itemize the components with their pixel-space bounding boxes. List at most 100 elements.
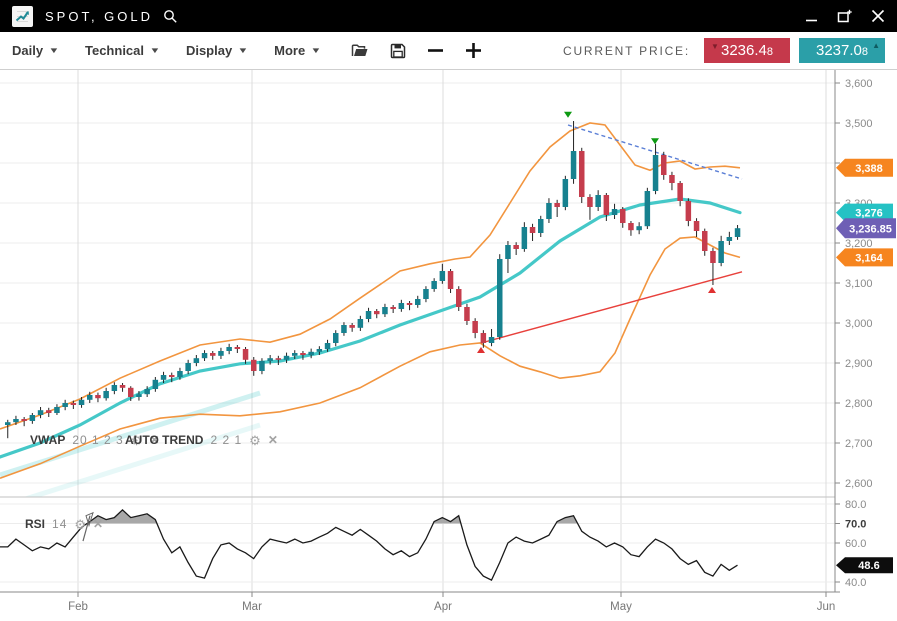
- axis-badge: 48.6: [836, 557, 893, 573]
- month-label: Apr: [434, 601, 452, 613]
- chart-area[interactable]: 2,6002,7002,8002,9003,0003,1003,2003,300…: [0, 70, 897, 621]
- candle: [21, 419, 27, 421]
- candle: [341, 325, 347, 333]
- menu-technical[interactable]: Technical ▼: [85, 43, 159, 58]
- candle: [177, 371, 183, 377]
- svg-text:3,164: 3,164: [855, 252, 883, 264]
- minimize-button[interactable]: [805, 10, 818, 23]
- menu-display[interactable]: Display ▼: [186, 43, 247, 58]
- candle: [79, 400, 85, 405]
- rsi-pane: [0, 510, 738, 580]
- candle: [497, 259, 503, 337]
- save-icon[interactable]: [390, 43, 406, 59]
- close-button[interactable]: [871, 9, 885, 23]
- candle: [727, 237, 733, 241]
- up-arrow-icon: ▲: [872, 41, 880, 50]
- candle: [595, 195, 601, 207]
- candle: [62, 403, 68, 407]
- candle: [235, 347, 241, 349]
- candle: [390, 307, 396, 309]
- candle: [382, 307, 388, 314]
- vwap-params: 20 1 2 3: [72, 433, 123, 447]
- candle: [694, 221, 700, 231]
- candles: [5, 121, 740, 438]
- candle: [38, 410, 44, 415]
- svg-text:3,388: 3,388: [855, 163, 883, 175]
- candle: [399, 303, 405, 309]
- ask-price-frac: 8: [862, 46, 868, 58]
- price-tick-label: 3,100: [845, 278, 873, 290]
- indicator-auto-trend[interactable]: AUTO TREND 2 2 1 ⚙ ✕: [125, 433, 278, 447]
- rsi-label: RSI: [25, 517, 45, 531]
- zoom-out-minus-icon[interactable]: [427, 42, 444, 59]
- candle: [448, 271, 454, 289]
- toolbar: Daily ▼ Technical ▼ Display ▼ More ▼: [0, 32, 897, 70]
- close-icon[interactable]: ✕: [268, 434, 278, 446]
- month-label: Mar: [242, 601, 262, 613]
- indicator-rsi[interactable]: RSI 14 ⚙ ✕: [25, 517, 103, 531]
- price-chart-svg[interactable]: 2,6002,7002,8002,9003,0003,1003,2003,300…: [0, 70, 897, 621]
- candle: [120, 385, 126, 388]
- candle: [431, 281, 437, 289]
- candle: [333, 333, 339, 343]
- candle: [112, 385, 118, 391]
- price-tick-label: 3,500: [845, 118, 873, 130]
- candle: [546, 203, 552, 219]
- symbol-title: SPOT, GOLD: [45, 9, 153, 24]
- candle: [505, 245, 511, 259]
- auto-trend-label: AUTO TREND: [125, 433, 203, 447]
- candle: [128, 388, 134, 397]
- gear-icon[interactable]: ⚙: [74, 518, 86, 531]
- close-icon[interactable]: ✕: [93, 518, 103, 530]
- candle: [226, 347, 232, 351]
- candle: [276, 358, 282, 360]
- price-tick-label: 2,700: [845, 438, 873, 450]
- candle: [267, 358, 273, 361]
- svg-text:3,276: 3,276: [855, 208, 883, 220]
- candle: [349, 325, 355, 328]
- candle: [612, 209, 618, 215]
- candle: [735, 228, 741, 237]
- app-logo-icon: [12, 6, 33, 27]
- price-pane: [0, 112, 742, 507]
- support-trendline: [481, 272, 742, 343]
- rsi-params: 14: [52, 517, 67, 531]
- axis-frame: 2,6002,7002,8002,9003,0003,1003,2003,300…: [0, 70, 873, 613]
- candle: [563, 179, 569, 207]
- menu-display-label: Display: [186, 43, 232, 58]
- rsi-tick-label: 80.0: [845, 499, 866, 511]
- buy-signal-arrow: [708, 287, 716, 293]
- rsi-tick-label: 70.0: [845, 519, 866, 531]
- candle: [571, 151, 577, 179]
- candle: [423, 289, 429, 299]
- gear-icon[interactable]: ⚙: [249, 434, 261, 447]
- candle: [144, 389, 150, 394]
- candle: [210, 353, 216, 356]
- candle: [13, 419, 19, 422]
- current-price-label: CURRENT PRICE:: [563, 44, 690, 58]
- candle: [677, 183, 683, 201]
- candle: [185, 363, 191, 371]
- svg-text:3,236.85: 3,236.85: [849, 223, 892, 235]
- candle: [87, 395, 93, 400]
- bid-price-frac: 8: [767, 46, 773, 58]
- svg-text:48.6: 48.6: [858, 560, 879, 572]
- candle: [538, 219, 544, 233]
- sell-signal-arrow: [651, 138, 659, 144]
- popout-button[interactable]: [837, 9, 852, 24]
- candle: [54, 407, 60, 413]
- candle: [489, 337, 495, 343]
- candle: [366, 311, 372, 319]
- search-icon[interactable]: [163, 9, 178, 24]
- menu-daily[interactable]: Daily ▼: [12, 43, 58, 58]
- ask-price-value: 3237.0: [816, 42, 862, 59]
- open-folder-icon[interactable]: [351, 43, 369, 58]
- menu-more[interactable]: More ▼: [274, 43, 320, 58]
- rsi-tick-label: 40.0: [845, 577, 866, 589]
- price-tick-label: 2,900: [845, 358, 873, 370]
- candle: [579, 151, 585, 197]
- candle: [702, 231, 708, 251]
- sell-signal-arrow: [564, 112, 572, 118]
- candle: [636, 226, 642, 230]
- zoom-in-plus-icon[interactable]: [465, 42, 482, 59]
